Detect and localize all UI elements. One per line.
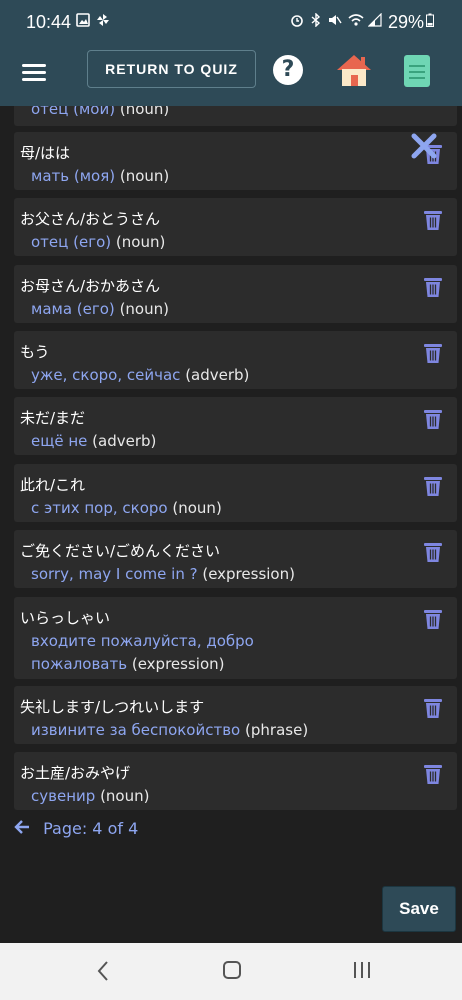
status-bar: 10:44 29% [0, 0, 462, 44]
list-item: お父さん/おとうさん отец (его) (noun) [14, 198, 457, 256]
home-nav-icon[interactable] [222, 960, 242, 980]
trash-icon[interactable] [423, 541, 443, 563]
pinwheel-icon [96, 13, 110, 31]
japanese-word: お父さん/おとうさん [20, 210, 161, 228]
part-of-speech: (expression) [131, 655, 225, 673]
close-icon[interactable] [410, 132, 438, 160]
japanese-word: もう [20, 343, 50, 361]
list-item: もう уже, скоро, сейчас (adverb) [14, 331, 457, 389]
translation: с этих пор, скоро [31, 499, 168, 517]
battery-level: 29% [388, 12, 425, 32]
status-time: 10:44 [26, 12, 72, 32]
book-icon[interactable] [404, 55, 430, 87]
list-item: 母/はは мать (моя) (noun) [14, 132, 457, 190]
japanese-word: お母さん/おかあさん [20, 277, 161, 295]
part-of-speech: (adverb) [92, 432, 157, 450]
arrow-left-icon[interactable] [14, 819, 35, 838]
page-indicator: Page: 4 of 4 [43, 819, 139, 838]
list-item: お土産/おみやげ сувенир (noun) [14, 752, 457, 810]
mute-icon [328, 13, 342, 31]
list-item: 未だ/まだ ещё не (adverb) [14, 397, 457, 455]
trash-icon[interactable] [423, 475, 443, 497]
translation: отец (мой) [31, 106, 116, 118]
wifi-icon [348, 13, 364, 31]
pagination[interactable]: Page: 4 of 4 [14, 819, 138, 838]
list-item: ご免ください/ごめんください sorry, may I come in ? (e… [14, 530, 457, 588]
translation: извините за беспокойство [31, 721, 241, 739]
translation: мама (его) [31, 300, 115, 318]
back-nav-icon[interactable] [96, 960, 110, 982]
translation: ещё не [31, 432, 88, 450]
japanese-word: 失礼します/しつれいします [20, 698, 205, 716]
japanese-word: ご免ください/ごめんください [20, 542, 221, 560]
list-item: 失礼します/しつれいします извините за беспокойство (… [14, 686, 457, 744]
part-of-speech: (phrase) [245, 721, 309, 739]
list-item: отец (мой) (noun) [14, 106, 457, 126]
list-item: お母さん/おかあさん мама (его) (noun) [14, 265, 457, 323]
trash-icon[interactable] [423, 697, 443, 719]
trash-icon[interactable] [423, 342, 443, 364]
part-of-speech: (noun) [100, 787, 150, 805]
translation: уже, скоро, сейчас [31, 366, 181, 384]
part-of-speech: (noun) [172, 499, 222, 517]
part-of-speech: (expression) [202, 565, 295, 583]
list-item: いらっしゃい входите пожалуйста, добро пожалов… [14, 597, 457, 679]
translation: sorry, may I come in ? [31, 565, 198, 583]
system-nav-bar [0, 943, 462, 1000]
battery-icon [426, 13, 434, 31]
japanese-word: 未だ/まだ [20, 409, 86, 427]
hamburger-icon[interactable] [22, 64, 46, 82]
japanese-word: お土産/おみやげ [20, 764, 131, 782]
recents-nav-icon[interactable] [352, 960, 372, 980]
gallery-icon [76, 13, 90, 31]
alarm-icon [290, 13, 304, 31]
translation: отец (его) [31, 233, 112, 251]
question-circle-icon[interactable]: ? [273, 55, 303, 85]
translation: мать (моя) [31, 167, 116, 185]
part-of-speech: (noun) [115, 233, 166, 251]
part-of-speech: (adverb) [185, 366, 250, 384]
save-button[interactable]: Save [382, 886, 456, 932]
part-of-speech: (noun) [119, 106, 170, 118]
trash-icon[interactable] [423, 209, 443, 231]
trash-icon[interactable] [423, 408, 443, 430]
vocab-list[interactable]: отец (мой) (noun) 母/はは мать (моя) (noun)… [0, 106, 462, 943]
home-icon[interactable] [334, 52, 374, 88]
translation: сувенир [31, 787, 96, 805]
part-of-speech: (noun) [119, 300, 169, 318]
trash-icon[interactable] [423, 608, 443, 630]
japanese-word: いらっしゃい [20, 609, 111, 627]
trash-icon[interactable] [423, 763, 443, 785]
return-to-quiz-button[interactable]: RETURN TO QUIZ [87, 50, 256, 88]
list-item: 此れ/これ с этих пор, скоро (noun) [14, 464, 457, 522]
app-header: RETURN TO QUIZ ? [0, 44, 462, 106]
bluetooth-icon [310, 12, 322, 31]
japanese-word: 母/はは [20, 144, 71, 162]
japanese-word: 此れ/これ [20, 476, 86, 494]
trash-icon[interactable] [423, 276, 443, 298]
part-of-speech: (noun) [119, 167, 170, 185]
signal-icon [367, 12, 382, 31]
